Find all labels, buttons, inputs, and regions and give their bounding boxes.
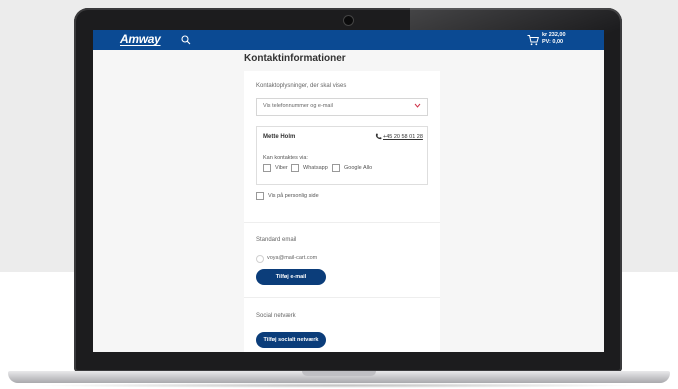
personal-page-checkbox[interactable] (256, 192, 264, 200)
personal-page-label: Vis på personlig side (268, 193, 319, 199)
cart-amount[interactable]: kr 232,00 (542, 32, 566, 39)
google-allo-label: Google Allo (344, 165, 373, 171)
laptop-screen: Amway kr 232,00 PV: 0,00 Kontaktinformat… (93, 30, 604, 352)
contact-card: Kontaktoplysninger, der skal vises Vis t… (244, 71, 440, 352)
google-allo-checkbox[interactable] (332, 164, 340, 172)
contact-details-box: Mette Holm +45 20 58 01 28 Kan kontaktes… (256, 126, 428, 185)
laptop-shadow (30, 383, 648, 388)
display-contact-label: Kontaktoplysninger, der skal vises (256, 83, 347, 89)
whatsapp-checkbox[interactable] (291, 164, 299, 172)
google-allo-option[interactable]: Google Allo (332, 164, 372, 172)
contact-name: Mette Holm (263, 134, 296, 140)
display-contact-select-value: Vis telefonnummer og e-mail (263, 103, 333, 109)
page-content: Kontaktinformationer Kontaktoplysninger,… (93, 50, 604, 352)
add-email-button[interactable]: Tilføj e-mail (256, 269, 326, 285)
search-icon[interactable] (181, 35, 191, 45)
phone-icon (375, 133, 382, 140)
top-navigation-bar: Amway kr 232,00 PV: 0,00 (93, 30, 604, 50)
email-radio[interactable] (256, 255, 264, 263)
page-title: Kontaktinformationer (244, 53, 346, 64)
social-network-label: Social netværk (256, 313, 296, 319)
webcam-icon (343, 15, 354, 26)
email-value: voya@mail-cart.com (267, 255, 318, 261)
add-social-network-button[interactable]: Tilføj socialt netværk (256, 332, 326, 348)
contactable-via-label: Kan kontaktes via: (263, 155, 308, 161)
personal-page-option[interactable]: Vis på personlig side (256, 192, 319, 200)
cart-pv: PV: 0,00 (542, 39, 564, 45)
amway-logo[interactable]: Amway (120, 32, 161, 46)
display-contact-select[interactable]: Vis telefonnummer og e-mail (256, 98, 428, 116)
viber-checkbox[interactable] (263, 164, 271, 172)
viber-label: Viber (275, 165, 288, 171)
whatsapp-label: Whatsapp (303, 165, 328, 171)
section-divider (244, 297, 440, 298)
whatsapp-option[interactable]: Whatsapp (291, 164, 328, 172)
standard-email-label: Standard email (256, 237, 297, 243)
shopping-cart-icon[interactable] (527, 34, 539, 46)
viber-option[interactable]: Viber (263, 164, 288, 172)
section-divider (244, 222, 440, 223)
chevron-down-icon (414, 103, 421, 108)
laptop-base-notch (302, 371, 376, 376)
contact-phone-link[interactable]: +45 20 58 01 28 (383, 134, 423, 140)
